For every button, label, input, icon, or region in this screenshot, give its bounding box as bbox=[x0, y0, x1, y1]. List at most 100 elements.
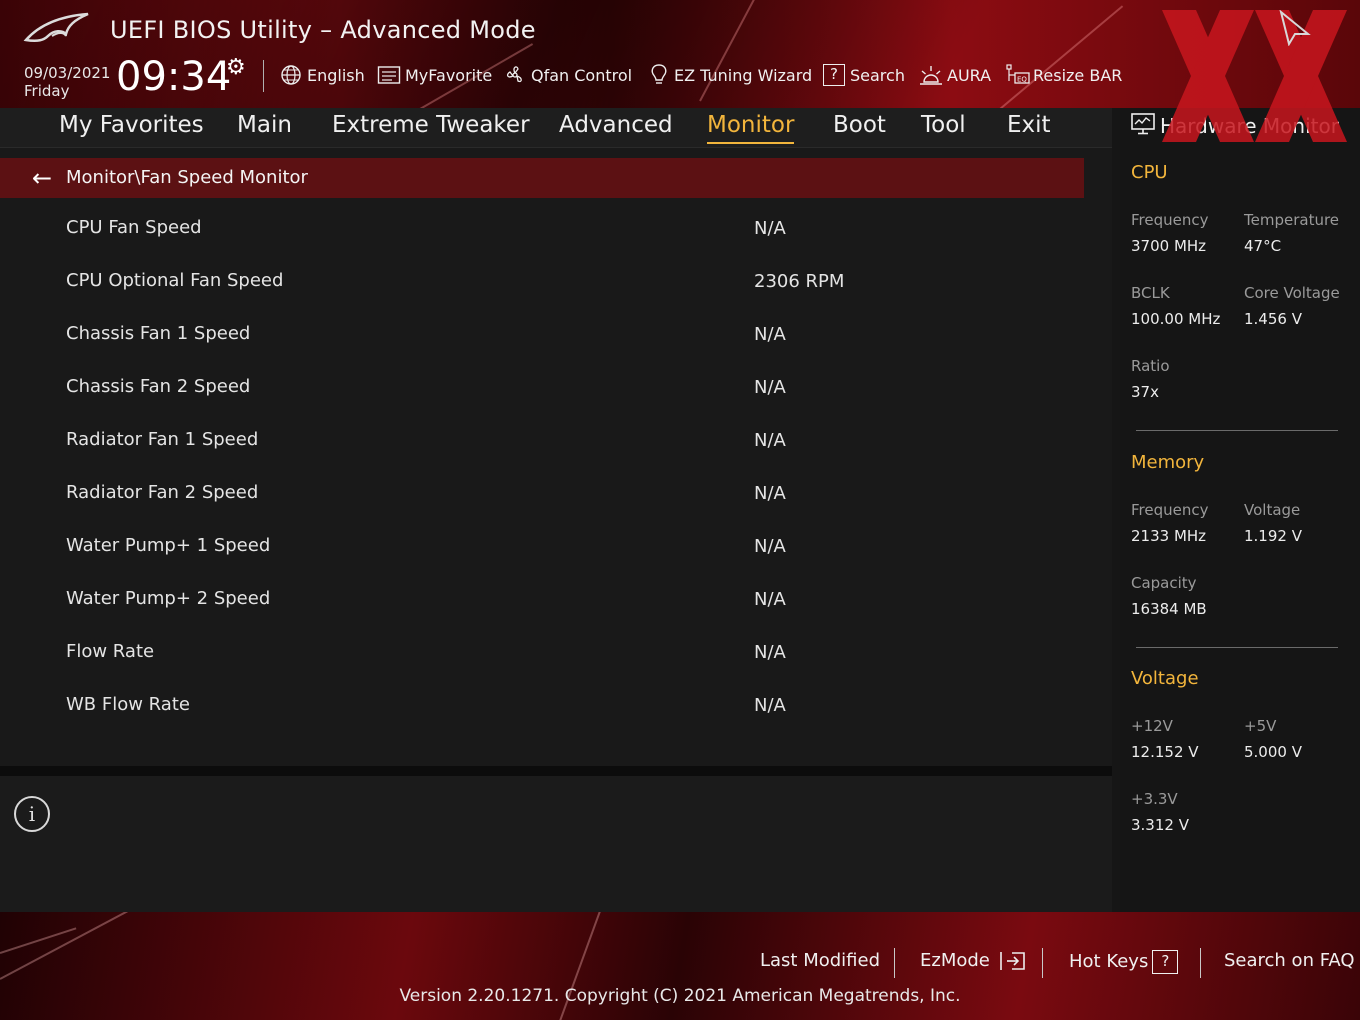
cpu-ratio-value: 37x bbox=[1131, 383, 1159, 401]
tab-extreme-tweaker[interactable]: Extreme Tweaker bbox=[332, 112, 530, 144]
cpu-core-voltage-value: 1.456 V bbox=[1244, 310, 1302, 328]
last-modified-button[interactable]: Last Modified bbox=[760, 950, 880, 971]
clock-time[interactable]: 09:34 bbox=[116, 54, 231, 100]
monitor-row-cpu-fan-speed[interactable]: CPU Fan Speed N/A bbox=[0, 202, 1084, 254]
main-tab-bar: My Favorites Main Extreme Tweaker Advanc… bbox=[0, 108, 1112, 148]
decorative-streak bbox=[0, 927, 77, 954]
row-value: N/A bbox=[754, 536, 786, 557]
hw-section-voltage: Voltage bbox=[1131, 668, 1199, 689]
svg-text:EQ: EQ bbox=[1017, 76, 1027, 84]
question-key-icon: ? bbox=[1152, 950, 1179, 974]
cpu-core-voltage-label: Core Voltage bbox=[1244, 284, 1340, 302]
voltage-12v-label: +12V bbox=[1131, 717, 1173, 735]
favorite-list-icon bbox=[377, 66, 401, 84]
hot-keys-label: Hot Keys bbox=[1069, 951, 1149, 972]
cpu-frequency-label: Frequency bbox=[1131, 211, 1209, 229]
hw-section-cpu: CPU bbox=[1131, 162, 1168, 183]
row-value: N/A bbox=[754, 642, 786, 663]
header-divider bbox=[263, 60, 264, 92]
memory-voltage-label: Voltage bbox=[1244, 501, 1301, 519]
back-arrow-icon[interactable]: ← bbox=[32, 164, 52, 192]
date-display: 09/03/2021 Friday bbox=[24, 64, 110, 100]
search-on-faq-button[interactable]: Search on FAQ bbox=[1224, 950, 1355, 971]
footer-divider bbox=[1200, 948, 1201, 978]
voltage-3v3-label: +3.3V bbox=[1131, 790, 1178, 808]
hw-divider bbox=[1136, 430, 1338, 431]
resize-bar-icon: EQ bbox=[1006, 64, 1030, 84]
tab-advanced[interactable]: Advanced bbox=[559, 112, 673, 144]
tab-tool[interactable]: Tool bbox=[921, 112, 966, 144]
breadcrumb-path: Monitor\Fan Speed Monitor bbox=[66, 167, 308, 188]
toolbar-english-button[interactable]: English bbox=[280, 62, 365, 88]
decorative-streak bbox=[999, 5, 1124, 108]
cpu-temperature-label: Temperature bbox=[1244, 211, 1340, 229]
footer-divider bbox=[1042, 948, 1043, 978]
monitor-row-radiator-fan-2-speed[interactable]: Radiator Fan 2 Speed N/A bbox=[0, 467, 1084, 519]
mouse-cursor-icon bbox=[1279, 10, 1311, 46]
footer-divider bbox=[894, 948, 895, 978]
cpu-bclk-value: 100.00 MHz bbox=[1131, 310, 1221, 328]
row-label: Flow Rate bbox=[66, 641, 155, 662]
toolbar-resize-bar-label: Resize BAR bbox=[1033, 65, 1123, 85]
toolbar-qfan-button[interactable]: Qfan Control bbox=[503, 62, 632, 88]
ezmode-button[interactable]: EzMode bbox=[920, 950, 1028, 972]
voltage-5v-label: +5V bbox=[1244, 717, 1277, 735]
row-value: N/A bbox=[754, 695, 786, 716]
row-label: CPU Optional Fan Speed bbox=[66, 270, 284, 291]
row-label: CPU Fan Speed bbox=[66, 217, 202, 238]
tab-exit[interactable]: Exit bbox=[1007, 112, 1051, 144]
toolbar-english-label: English bbox=[307, 65, 365, 85]
monitor-screen-icon bbox=[1131, 113, 1155, 135]
row-value: N/A bbox=[754, 430, 786, 451]
row-value: N/A bbox=[754, 377, 786, 398]
toolbar-aura-button[interactable]: AURA bbox=[919, 62, 991, 88]
hw-divider bbox=[1136, 647, 1338, 648]
cpu-frequency-value: 3700 MHz bbox=[1131, 237, 1207, 255]
monitor-row-wb-flow-rate[interactable]: WB Flow Rate N/A bbox=[0, 679, 1084, 731]
row-label: Water Pump+ 1 Speed bbox=[66, 535, 271, 556]
lightbulb-icon bbox=[651, 64, 667, 84]
toolbar-resize-bar-button[interactable]: EQ Resize BAR bbox=[1005, 62, 1122, 88]
day-text: Friday bbox=[24, 82, 70, 100]
memory-capacity-value: 16384 MB bbox=[1131, 600, 1207, 618]
toolbar-myfavorite-button[interactable]: MyFavorite bbox=[377, 62, 492, 88]
row-value: N/A bbox=[754, 589, 786, 610]
monitor-row-chassis-fan-2-speed[interactable]: Chassis Fan 2 Speed N/A bbox=[0, 361, 1084, 413]
memory-capacity-label: Capacity bbox=[1131, 574, 1197, 592]
breadcrumb: ← Monitor\Fan Speed Monitor bbox=[0, 158, 1084, 198]
panel-divider bbox=[0, 766, 1112, 776]
hot-keys-button[interactable]: Hot Keys? bbox=[1069, 950, 1179, 974]
version-copyright: Version 2.20.1271. Copyright (C) 2021 Am… bbox=[399, 986, 961, 1006]
row-label: Chassis Fan 2 Speed bbox=[66, 376, 251, 397]
aura-icon bbox=[920, 66, 942, 85]
footer-bar: Last Modified EzMode Hot Keys? Search on… bbox=[0, 912, 1360, 1020]
tab-main[interactable]: Main bbox=[237, 112, 292, 144]
toolbar-ez-tuning-button[interactable]: EZ Tuning Wizard bbox=[649, 62, 812, 88]
monitor-row-radiator-fan-1-speed[interactable]: Radiator Fan 1 Speed N/A bbox=[0, 414, 1084, 466]
row-value: N/A bbox=[754, 324, 786, 345]
header-bar: UEFI BIOS Utility – Advanced Mode 09/03/… bbox=[0, 0, 1360, 108]
rog-logo-icon bbox=[23, 12, 89, 43]
help-info-panel: i bbox=[0, 776, 1112, 912]
settings-panel: ← Monitor\Fan Speed Monitor CPU Fan Spee… bbox=[0, 148, 1112, 766]
tab-boot[interactable]: Boot bbox=[833, 112, 886, 144]
toolbar-search-button[interactable]: ? Search bbox=[823, 62, 905, 88]
monitor-row-flow-rate[interactable]: Flow Rate N/A bbox=[0, 626, 1084, 678]
monitor-row-cpu-optional-fan-speed[interactable]: CPU Optional Fan Speed 2306 RPM bbox=[0, 255, 1084, 307]
monitor-row-water-pump-1-speed[interactable]: Water Pump+ 1 Speed N/A bbox=[0, 520, 1084, 572]
monitor-row-chassis-fan-1-speed[interactable]: Chassis Fan 1 Speed N/A bbox=[0, 308, 1084, 360]
fan-icon bbox=[506, 66, 522, 83]
toolbar-qfan-label: Qfan Control bbox=[531, 65, 633, 85]
exit-to-ezmode-icon bbox=[999, 952, 1025, 970]
row-label: Radiator Fan 1 Speed bbox=[66, 429, 259, 450]
date-text: 09/03/2021 bbox=[24, 64, 111, 82]
monitor-row-water-pump-2-speed[interactable]: Water Pump+ 2 Speed N/A bbox=[0, 573, 1084, 625]
cpu-temperature-value: 47°C bbox=[1244, 237, 1282, 255]
tab-my-favorites[interactable]: My Favorites bbox=[59, 112, 204, 144]
clock-settings-gear-icon[interactable]: ⚙ bbox=[226, 55, 246, 80]
row-label: Water Pump+ 2 Speed bbox=[66, 588, 271, 609]
tab-monitor[interactable]: Monitor bbox=[707, 112, 795, 144]
ezmode-label: EzMode bbox=[920, 950, 990, 971]
hardware-monitor-panel: Hardware Monitor CPU Frequency Temperatu… bbox=[1120, 108, 1360, 912]
voltage-3v3-value: 3.312 V bbox=[1131, 816, 1189, 834]
